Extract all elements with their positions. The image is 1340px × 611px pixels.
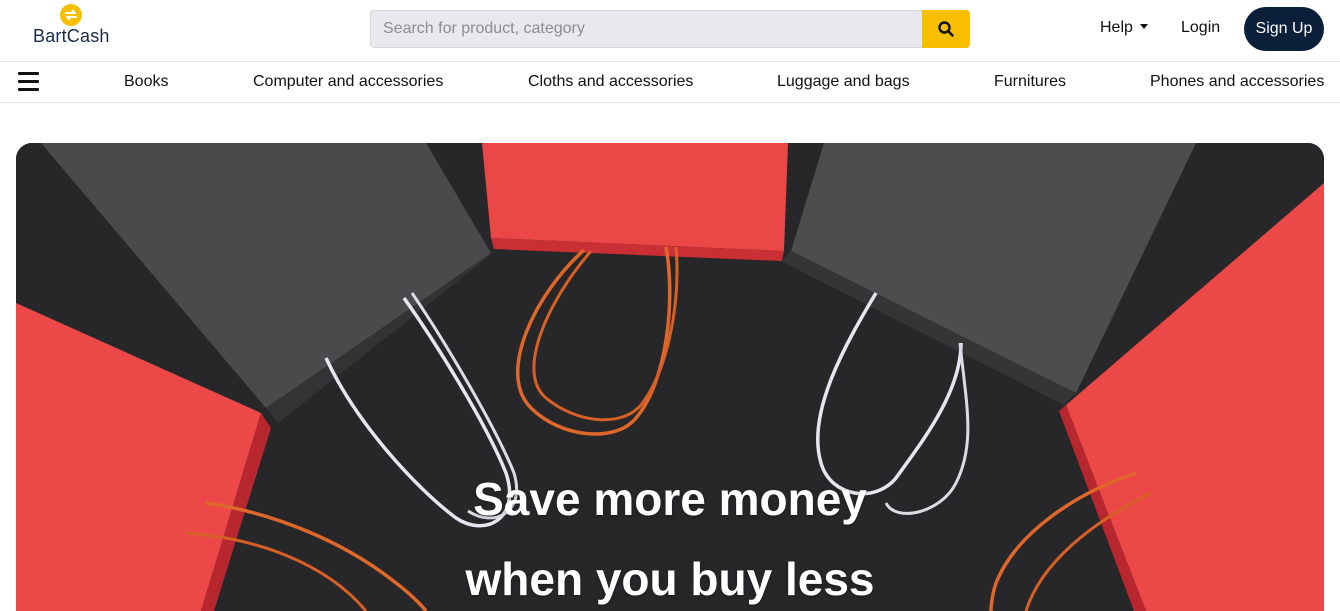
top-header: BartCash Help Login Sign Up [0, 0, 1340, 62]
hero-headline-line-2: when you buy less [465, 553, 875, 605]
search-bar [370, 10, 970, 48]
menu-icon[interactable] [18, 72, 39, 91]
help-label: Help [1100, 19, 1133, 36]
brand-logo[interactable]: BartCash [32, 4, 114, 48]
hero-banner[interactable]: Save more money when you buy less [16, 143, 1324, 611]
search-button[interactable] [922, 10, 970, 48]
category-computer-accessories[interactable]: Computer and accessories [253, 73, 443, 91]
search-input[interactable] [370, 10, 922, 48]
category-nav: Books Computer and accessories Cloths an… [0, 62, 1340, 103]
category-cloths-accessories[interactable]: Cloths and accessories [528, 73, 693, 91]
category-furnitures[interactable]: Furnitures [994, 73, 1066, 91]
signup-button[interactable]: Sign Up [1244, 7, 1324, 51]
category-luggage-bags[interactable]: Luggage and bags [777, 73, 910, 91]
brand-name: BartCash [33, 26, 110, 46]
category-phones-accessories[interactable]: Phones and accessories [1150, 73, 1324, 91]
category-books[interactable]: Books [124, 73, 168, 91]
search-icon [938, 21, 954, 37]
hero-headline-line-1: Save more money [473, 473, 867, 525]
exchange-icon [60, 4, 82, 26]
chevron-down-icon [1139, 24, 1148, 29]
login-link[interactable]: Login [1181, 19, 1220, 37]
help-dropdown[interactable]: Help [1100, 19, 1148, 37]
